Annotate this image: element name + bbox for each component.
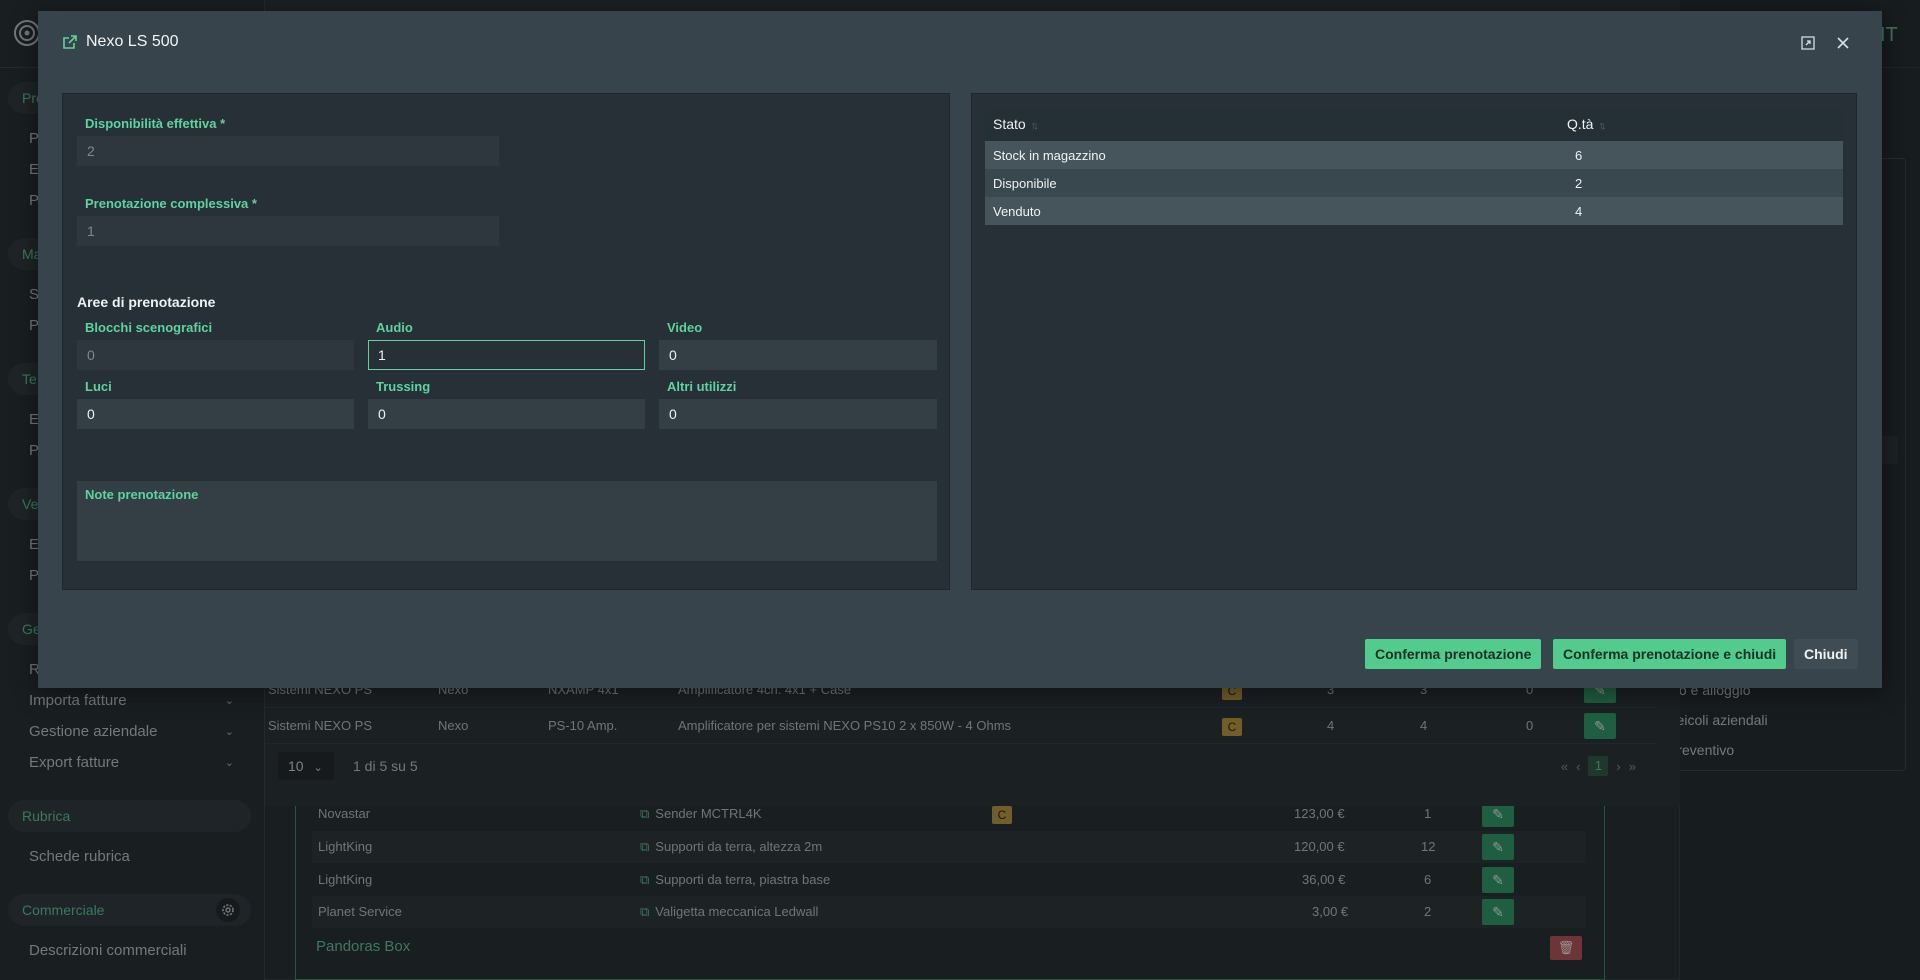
luci-label: Luci — [85, 379, 112, 394]
trussing-label: Trussing — [376, 379, 431, 394]
disponibilita-label: Disponibilità effettiva * — [85, 116, 226, 131]
trussing-field[interactable]: 0 — [368, 399, 645, 429]
table-row: Disponibile 2 — [985, 169, 1843, 197]
stato-cell: Stock in magazzino — [993, 147, 1106, 163]
qta-cell: 4 — [1575, 203, 1583, 219]
reservation-modal: Nexo LS 500 Disponibilità effettiva * 2 … — [38, 11, 1882, 688]
audio-field[interactable]: 1 — [368, 340, 645, 370]
blocchi-label: Blocchi scenografici — [85, 320, 213, 335]
video-field[interactable]: 0 — [659, 340, 937, 370]
modal-title: Nexo LS 500 — [62, 33, 179, 51]
table-row: Venduto 4 — [985, 197, 1843, 225]
column-header-stato[interactable]: Stato ↑↓ — [985, 116, 1567, 132]
luci-field[interactable]: 0 — [77, 399, 354, 429]
column-header-qta[interactable]: Q.tà ↑↓ — [1567, 116, 1606, 132]
blocchi-field: 0 — [77, 340, 354, 370]
expand-icon[interactable] — [1796, 31, 1820, 55]
note-prenotazione-textarea[interactable]: Note prenotazione — [77, 481, 937, 561]
close-icon[interactable] — [1831, 31, 1855, 55]
note-prenotazione-label: Note prenotazione — [85, 487, 199, 502]
external-link-icon[interactable] — [62, 34, 78, 50]
prenotazione-field: 1 — [77, 216, 499, 246]
aree-prenotazione-heading: Aree di prenotazione — [77, 294, 216, 310]
confirm-and-close-button[interactable]: Conferma prenotazione e chiudi — [1553, 639, 1787, 669]
altri-utilizzi-label: Altri utilizzi — [667, 379, 737, 394]
disponibilita-field: 2 — [77, 136, 499, 166]
reservation-form-panel: Disponibilità effettiva * 2 Prenotazione… — [62, 93, 950, 590]
audio-label: Audio — [376, 320, 413, 335]
sort-icon[interactable]: ↑↓ — [1598, 120, 1606, 132]
video-label: Video — [667, 320, 703, 335]
table-row: Stock in magazzino 6 — [985, 141, 1843, 169]
stato-cell: Disponibile — [993, 175, 1057, 191]
sort-icon[interactable]: ↑↓ — [1031, 120, 1039, 132]
stato-cell: Venduto — [993, 203, 1041, 219]
stock-table: Stato ↑↓ Q.tà ↑↓ Stock in magazzino 6 Disp… — [985, 107, 1843, 225]
altri-utilizzi-field[interactable]: 0 — [659, 399, 937, 429]
qta-cell: 2 — [1575, 175, 1583, 191]
stock-panel: Stato ↑↓ Q.tà ↑↓ Stock in magazzino 6 Disp… — [971, 93, 1857, 590]
confirm-reservation-button[interactable]: Conferma prenotazione — [1365, 639, 1542, 669]
prenotazione-label: Prenotazione complessiva * — [85, 196, 257, 211]
close-button[interactable]: Chiudi — [1794, 639, 1858, 669]
qta-cell: 6 — [1575, 147, 1583, 163]
table-header: Stato ↑↓ Q.tà ↑↓ — [985, 107, 1843, 141]
